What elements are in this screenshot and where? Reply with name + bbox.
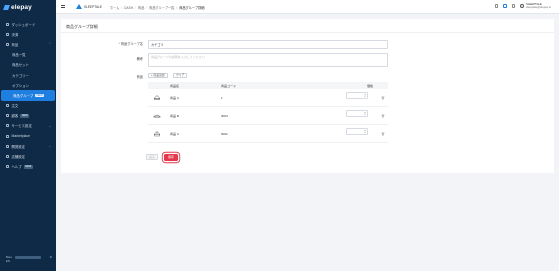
user-avatar-icon: [520, 4, 525, 9]
sidebar-item-marketplace[interactable]: Marketplace: [0, 131, 56, 141]
sidebar: elepay ダッシュボード 決済 商品 ⌃ 商品一覧 商品セット カテゴリー オ…: [0, 0, 56, 271]
chevron-up-icon: ⌃: [48, 42, 51, 47]
group-name-label: *商品グループ名: [118, 42, 143, 46]
dashboard-icon: [6, 22, 9, 26]
stepper-arrows-icon[interactable]: ▲ ▼: [364, 112, 366, 117]
divider: [61, 31, 554, 33]
table-row: 商品 B 0004 ▲ ▼ 🗑: [148, 107, 388, 125]
breadcrumb-item[interactable]: ホーム: [110, 6, 119, 10]
sidebar-item-order[interactable]: 注文: [0, 101, 56, 111]
product-thumbnail: [153, 95, 161, 100]
breadcrumb-item[interactable]: DASH: [124, 6, 133, 10]
stepper-arrows-icon[interactable]: ▲ ▼: [364, 130, 366, 135]
sidebar-item-option[interactable]: オプション: [0, 80, 56, 90]
sidebar-item-store-settings[interactable]: 店舗設定: [0, 151, 56, 161]
download-icon[interactable]: [511, 4, 516, 8]
sidebar-item-product-list[interactable]: 商品一覧: [0, 50, 56, 60]
logo[interactable]: elepay: [3, 3, 32, 12]
help-icon: [6, 165, 9, 169]
chevron-down-icon: ⌄: [48, 123, 51, 128]
top-right-actions: SLEEPTALE sleeptale@elepay.io: [494, 2, 551, 9]
product-thumbnail: [153, 131, 161, 137]
top-bar: SLEEPTALE ホーム / DASH / 商品 / 商品グループ一覧 / 商品グルー…: [56, 0, 559, 14]
sidebar-item-product-set[interactable]: 商品セット: [0, 60, 56, 70]
sidebar-nav: ダッシュボード 決済 商品 ⌃ 商品一覧 商品セット カテゴリー オプション 商品…: [0, 19, 56, 172]
new-badge: NEW: [20, 113, 30, 118]
sidebar-item-products[interactable]: 商品 ⌃: [0, 39, 56, 49]
sidebar-item-payment[interactable]: 決済: [0, 29, 56, 39]
notification-icon[interactable]: [503, 4, 507, 8]
table-row: 商品 C 0002 ▲ ▼ 🗑: [148, 125, 388, 143]
table-header: 商品名 商品コード 価格: [148, 82, 388, 89]
note-label: 備考: [136, 57, 143, 61]
page-title: 商品グループ詳細: [66, 24, 98, 29]
price-stepper[interactable]: ▲ ▼: [346, 92, 368, 99]
sidebar-item-help[interactable]: ヘルプ NEW: [0, 162, 56, 172]
group-name-input[interactable]: カテゴリ: [148, 39, 388, 50]
back-button[interactable]: 戻る: [146, 154, 158, 160]
note-textarea[interactable]: 商品グループの説明を入力してください: [148, 53, 388, 67]
shop-logo-icon: [76, 4, 82, 9]
product-name: 商品 C: [170, 131, 180, 136]
sidebar-item-dashboard[interactable]: ダッシュボード: [0, 19, 56, 29]
progress-bar: [15, 256, 41, 259]
logo-mark-icon: [3, 5, 10, 10]
product-code: 0002: [221, 131, 228, 136]
column-header-code: 商品コード: [221, 83, 237, 88]
collapse-toggle[interactable]: ⇅: [49, 255, 52, 259]
chevron-down-icon: ⌄: [48, 144, 51, 149]
breadcrumb-item[interactable]: 商品グループ一覧: [149, 6, 174, 10]
sidebar-item-service-settings[interactable]: サービス設定 ⌄: [0, 121, 56, 131]
breadcrumb-item[interactable]: 商品: [138, 6, 144, 10]
delete-icon[interactable]: 🗑: [381, 114, 385, 118]
customer-icon: [6, 114, 9, 118]
price-stepper[interactable]: ▲ ▼: [346, 128, 368, 135]
sidebar-item-customer[interactable]: 顧客 NEW: [0, 111, 56, 121]
delete-icon[interactable]: 🗑: [381, 96, 385, 100]
product-name: 商品 A: [170, 95, 179, 100]
table-row: 商品 A 1 ▲ ▼ 🗑: [148, 89, 388, 107]
shop-logo[interactable]: SLEEPTALE: [76, 4, 102, 9]
product-name: 商品 B: [170, 113, 179, 118]
service-icon: [6, 124, 9, 128]
hamburger-menu-icon[interactable]: [61, 5, 65, 8]
stepper-arrows-icon[interactable]: ▲ ▼: [364, 94, 366, 99]
breadcrumb-current: 商品グループ詳細: [179, 6, 205, 10]
logo-text: elepay: [11, 4, 32, 11]
new-badge: NEW: [23, 164, 33, 169]
product-thumbnail: [153, 114, 161, 118]
column-header-price: 価格: [367, 83, 374, 88]
product-icon: [6, 42, 9, 46]
products-label: 商品: [136, 74, 143, 79]
save-button[interactable]: 保存: [164, 153, 178, 161]
store-icon: [6, 155, 9, 159]
add-product-button[interactable]: + 商品追加: [148, 72, 168, 78]
sidebar-item-developer[interactable]: 開発設定 ⌄: [0, 141, 56, 151]
breadcrumb: ホーム / DASH / 商品 / 商品グループ一覧 / 商品グループ詳細: [110, 6, 205, 10]
order-icon: [6, 104, 9, 108]
sidebar-item-category[interactable]: カテゴリー: [0, 70, 56, 80]
delete-icon[interactable]: 🗑: [381, 132, 385, 136]
developer-icon: [6, 144, 9, 148]
sidebar-footer: Beta EN ⇅: [6, 255, 52, 263]
clear-button[interactable]: クリア: [173, 72, 188, 78]
sidebar-item-product-group[interactable]: 商品グループ NEW: [1, 90, 55, 101]
payment-icon: [6, 32, 9, 36]
price-stepper[interactable]: ▲ ▼: [346, 110, 368, 117]
product-code: 0004: [221, 113, 228, 118]
marketplace-icon: [6, 134, 9, 138]
column-header-name: 商品名: [170, 83, 180, 88]
product-group-detail-card: 商品グループ詳細 *商品グループ名 カテゴリ 備考 商品グループの説明を入力して…: [61, 19, 554, 173]
new-badge: NEW: [35, 93, 45, 98]
product-table: 商品名 商品コード 価格 商品 A 1 ▲ ▼ 🗑 商品 B 0004 ▲ ▼ 🗑 …: [148, 82, 388, 143]
chat-icon[interactable]: [494, 4, 499, 8]
user-menu[interactable]: SLEEPTALE sleeptale@elepay.io: [520, 2, 551, 9]
product-code: 1: [221, 95, 223, 100]
